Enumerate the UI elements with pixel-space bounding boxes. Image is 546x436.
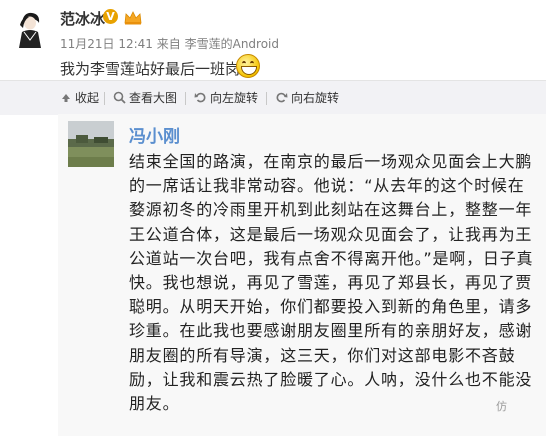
view-large-label: 查看大图 xyxy=(129,91,178,105)
rotate-left-icon xyxy=(194,92,206,103)
collapse-up-arrow-icon xyxy=(62,93,70,102)
view-large-button[interactable]: 查看大图 xyxy=(113,89,177,106)
magnifier-icon xyxy=(113,91,126,104)
image-author-photo xyxy=(68,121,114,167)
collapse-label: 收起 xyxy=(75,91,100,105)
post-timestamp[interactable]: 11月21日 12:41 xyxy=(60,35,153,52)
verified-badge-icon: V xyxy=(103,9,118,24)
rotate-left-label: 向左旋转 xyxy=(210,91,259,105)
toolbar-divider xyxy=(266,92,267,105)
post-source[interactable]: 李雪莲的Android xyxy=(185,35,279,52)
collapse-button[interactable]: 收起 xyxy=(60,89,99,106)
landscape-photo-icon xyxy=(68,121,114,167)
image-toolbar: 收起 查看大图 向左旋转 向右旋转 xyxy=(0,80,546,115)
avatar[interactable] xyxy=(10,8,50,48)
vip-crown-icon xyxy=(124,10,142,25)
emoji-teeth xyxy=(241,66,257,75)
watermark-text: 仿 xyxy=(496,400,507,413)
source-prefix: 来自 xyxy=(156,37,181,51)
post-meta: 11月21日 12:41 来自 李雪莲的Android xyxy=(60,35,279,52)
rotate-right-button[interactable]: 向右旋转 xyxy=(275,89,339,106)
rotate-left-button[interactable]: 向左旋转 xyxy=(194,89,258,106)
rotate-right-label: 向右旋转 xyxy=(291,91,340,105)
toolbar-divider xyxy=(104,92,105,105)
rotate-right-icon xyxy=(276,92,288,103)
grinning-face-icon xyxy=(236,54,260,78)
username[interactable]: 范冰冰 xyxy=(60,8,105,29)
image-body-text: 结束全国的路演，在南京的最后一场观众见面会上大鹏的一席话让我非常动容。他说：“从… xyxy=(129,152,534,414)
toolbar-divider xyxy=(185,92,186,105)
avatar-illustration-icon xyxy=(10,8,50,48)
post-text: 我为李雪莲站好最后一班岗！ xyxy=(60,60,256,78)
image-author-name: 冯小刚 xyxy=(129,127,180,147)
